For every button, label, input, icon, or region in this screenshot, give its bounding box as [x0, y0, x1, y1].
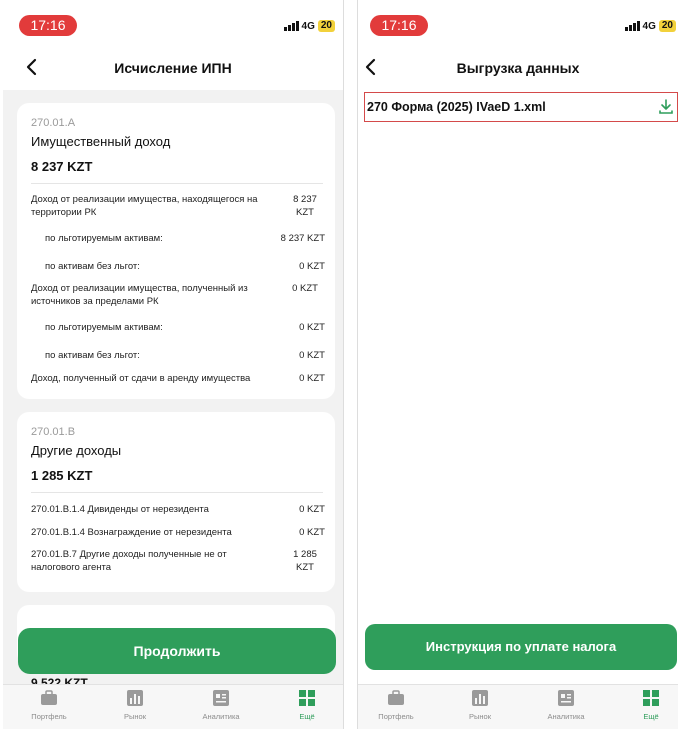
- status-time: 17:16: [370, 15, 428, 36]
- continue-button[interactable]: Продолжить: [18, 628, 336, 674]
- status-bar: 17:16 4G 20: [358, 0, 678, 46]
- card-code: 270.01.B: [31, 426, 76, 438]
- row-value: 8 237 KZT: [293, 194, 317, 218]
- row-value: 0 KZT: [299, 322, 325, 333]
- grid-icon: [299, 690, 315, 706]
- tab-label: Рынок: [124, 712, 146, 721]
- screen-data-export: 17:16 4G 20 Выгрузка данных 270 Форма (2…: [357, 0, 678, 729]
- row-value: 0 KZT: [292, 283, 318, 294]
- bar-chart-icon: [127, 690, 143, 706]
- page-title: Выгрузка данных: [456, 60, 580, 76]
- file-list-item[interactable]: 270 Форма (2025) IVaeD 1.xml: [364, 92, 678, 122]
- row-value: 0 KZT: [299, 504, 325, 515]
- status-bar: 17:16 4G 20: [3, 0, 343, 46]
- bar-chart-icon: [472, 690, 488, 706]
- tab-label: Аналитика: [202, 712, 240, 721]
- briefcase-icon: [41, 690, 57, 705]
- row-label: Доход от реализации имущества, находящег…: [31, 194, 258, 218]
- tab-more[interactable]: Ещё: [272, 690, 342, 721]
- card-title: Другие доходы: [31, 443, 122, 458]
- report-icon: [558, 690, 574, 706]
- download-icon[interactable]: [657, 98, 675, 116]
- tab-label: Аналитика: [547, 712, 585, 721]
- tab-portfolio[interactable]: Портфель: [14, 690, 84, 721]
- signal-icon: [283, 21, 299, 31]
- income-card-property: 270.01.A Имущественный доход 8 237 KZT Д…: [17, 103, 335, 399]
- row-value: 0 KZT: [299, 527, 325, 538]
- row-label: 270.01.B.1.4 Дивиденды от нерезидента: [31, 504, 209, 515]
- income-card-other: 270.01.B Другие доходы 1 285 KZT 270.01.…: [17, 412, 335, 592]
- tab-portfolio[interactable]: Портфель: [361, 690, 431, 721]
- signal-icon: [624, 21, 640, 31]
- card-title: Имущественный доход: [31, 134, 171, 149]
- tab-market[interactable]: Рынок: [445, 690, 515, 721]
- tab-label: Ещё: [299, 712, 315, 721]
- tab-label: Ещё: [643, 712, 659, 721]
- row-label: по льготируемым активам:: [45, 233, 163, 244]
- card-divider: [31, 492, 323, 493]
- screen-tax-calculation: 17:16 4G 20 Исчисление ИПН 270.01.A Имущ…: [3, 0, 344, 729]
- tab-analytics[interactable]: Аналитика: [186, 690, 256, 721]
- row-value: 0 KZT: [299, 373, 325, 384]
- nav-bar: Выгрузка данных: [358, 46, 678, 90]
- row-value: 0 KZT: [299, 261, 325, 272]
- page-title: Исчисление ИПН: [114, 60, 232, 76]
- nav-bar: Исчисление ИПН: [3, 46, 343, 90]
- file-name: 270 Форма (2025) IVaeD 1.xml: [367, 100, 546, 114]
- row-value: 0 KZT: [299, 350, 325, 361]
- battery-indicator: 20: [317, 20, 335, 32]
- tab-bar: Портфель Рынок Аналитика Ещё: [3, 684, 343, 729]
- row-label: Доход, полученный от сдачи в аренду имущ…: [31, 373, 251, 384]
- payment-instruction-button[interactable]: Инструкция по уплате налога: [365, 624, 677, 670]
- tab-label: Рынок: [469, 712, 491, 721]
- card-amount: 1 285 KZT: [31, 468, 93, 483]
- row-value: 1 285 KZT: [293, 549, 317, 573]
- row-label: по активам без льгот:: [45, 350, 140, 361]
- report-icon: [213, 690, 229, 706]
- table-row: Доход от реализации имущества, полученны…: [31, 282, 325, 308]
- battery-indicator: 20: [658, 20, 676, 32]
- row-label: по активам без льгот:: [45, 261, 140, 272]
- row-label: 270.01.B.7 Другие доходы полученные не о…: [31, 549, 227, 573]
- network-label: 4G: [642, 20, 656, 32]
- table-row: 270.01.B.7 Другие доходы полученные не о…: [31, 548, 325, 574]
- grid-icon: [643, 690, 659, 706]
- tab-market[interactable]: Рынок: [100, 690, 170, 721]
- status-time: 17:16: [19, 15, 77, 36]
- status-indicators: 4G 20: [283, 20, 335, 32]
- briefcase-icon: [388, 690, 404, 705]
- tab-label: Портфель: [378, 712, 414, 721]
- row-label: 270.01.B.1.4 Вознаграждение от нерезиден…: [31, 527, 232, 538]
- tab-more[interactable]: Ещё: [616, 690, 678, 721]
- card-amount: 8 237 KZT: [31, 159, 93, 174]
- table-row: Доход от реализации имущества, находящег…: [31, 193, 325, 219]
- network-label: 4G: [301, 20, 315, 32]
- tab-analytics[interactable]: Аналитика: [531, 690, 601, 721]
- tab-bar: Портфель Рынок Аналитика Ещё: [358, 684, 678, 729]
- row-label: по льготируемым активам:: [45, 322, 163, 333]
- status-indicators: 4G 20: [624, 20, 676, 32]
- card-code: 270.01.A: [31, 117, 76, 129]
- row-value: 8 237 KZT: [280, 233, 325, 244]
- tab-label: Портфель: [31, 712, 67, 721]
- card-divider: [31, 183, 323, 184]
- row-label: Доход от реализации имущества, полученны…: [31, 283, 248, 307]
